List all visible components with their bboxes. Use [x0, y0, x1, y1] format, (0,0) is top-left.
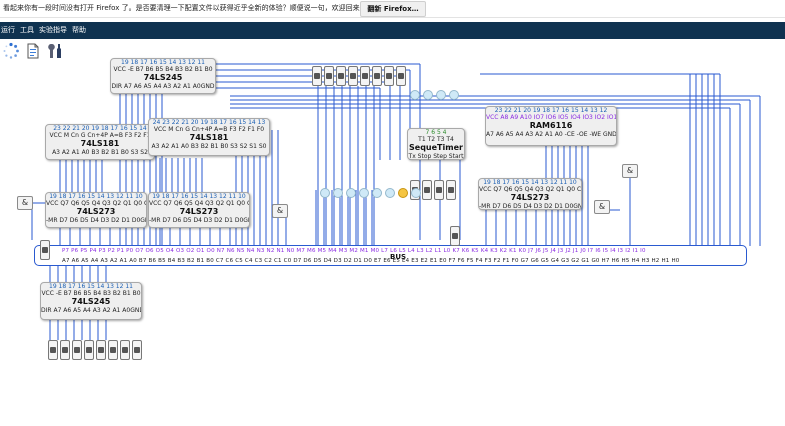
chip-pin-labels-top: VCC Q7 Q6 Q5 Q4 Q3 Q2 Q1 Q0 CP	[479, 186, 581, 193]
led-indicator	[436, 90, 446, 100]
led-indicator	[410, 90, 420, 100]
chip-pin-numbers-top: 19 18 17 16 15 14 13 12 11 10	[483, 179, 577, 186]
toggle-switch[interactable]	[422, 180, 432, 200]
chip-name: 74LS181	[80, 139, 120, 148]
chip-pin-labels-bottom: A7 A6 A5 A4 A3 A2 A1 A0 -CE -OE -WE GND	[486, 131, 616, 138]
led-indicator	[449, 90, 459, 100]
chip-pin-labels-top: VCC Q7 Q6 Q5 Q4 Q3 Q2 Q1 Q0 CP	[149, 200, 249, 207]
chip-pin-labels-top: T1 T2 T3 T4	[418, 136, 454, 143]
led-indicator	[333, 188, 343, 198]
chip-pin-labels-bottom: -MR D7 D6 D5 D4 D3 D2 D1 D0GND	[46, 217, 146, 224]
chip-pin-labels-top: VCC Q7 Q6 Q5 Q4 Q3 Q2 Q1 Q0 CP	[46, 200, 146, 207]
toggle-switch[interactable]	[434, 180, 444, 200]
bus-bottom-labels: A7 A6 A5 A4 A3 A2 A1 A0 B7 B6 B5 B4 B3 B…	[62, 258, 680, 264]
chip-pin-labels-top: VCC -E B7 B6 B5 B4 B3 B2 B1 B0	[41, 290, 141, 297]
led-indicator	[385, 188, 395, 198]
chip-pin-numbers-top: 19 18 17 16 15 14 13 12 11	[49, 283, 133, 290]
chip-pin-numbers-top: 23 22 21 20 19 18 17 16 15 14 13 12	[494, 107, 608, 114]
toggle-switch[interactable]	[48, 340, 58, 360]
chip-pin-labels-bottom: A3 A2 A1 A0 B3 B2 B1 B0 S3 S2	[52, 149, 148, 156]
chip-74ls273-left[interactable]: 19 18 17 16 15 14 13 12 11 10 VCC Q7 Q6 …	[45, 192, 147, 228]
led-indicator	[372, 188, 382, 198]
chip-pin-labels-bottom: A3 A2 A1 A0 B3 B2 B1 B0 S3 S2 S1 S0	[151, 143, 267, 150]
chip-name: 74LS181	[189, 133, 229, 142]
chip-name: 74LS273	[76, 207, 116, 216]
chip-name: 74LS245	[143, 73, 183, 82]
toggle-switch[interactable]	[336, 66, 346, 86]
chip-pin-labels-bottom: DIR A7 A6 A5 A4 A3 A2 A1 A0GND	[111, 83, 215, 90]
and-gate-2[interactable]: &	[272, 204, 288, 218]
led-indicator	[423, 90, 433, 100]
bus-top-labels: P7 P6 P5 P4 P3 P2 P1 P0 O7 O6 O5 O4 O3 O…	[62, 248, 646, 254]
toggle-switch[interactable]	[396, 66, 406, 86]
single-switch-mid	[450, 226, 460, 254]
toggle-switch[interactable]	[450, 226, 460, 246]
led-indicator	[411, 188, 421, 198]
chip-pin-numbers-top: 24 23 22 21 20 19 18 17 16 15 14 13	[152, 119, 266, 126]
led-indicator	[320, 188, 330, 198]
and-gate-3[interactable]: &	[622, 164, 638, 178]
chip-pin-numbers-top: 19 18 17 16 15 14 13 12 11 10	[49, 193, 143, 200]
led-indicator	[359, 188, 369, 198]
toggle-switch[interactable]	[120, 340, 130, 360]
toggle-switch[interactable]	[312, 66, 322, 86]
toggle-switch[interactable]	[84, 340, 94, 360]
chip-pin-numbers-top: 23 22 21 20 19 18 17 16 15 14	[53, 125, 147, 132]
chip-pin-numbers-top: 19 18 17 16 15 14 13 12 11 10	[152, 193, 246, 200]
chip-pin-labels-bottom: -MR D7 D6 D5 D4 D3 D2 D1 D0GND	[479, 203, 581, 210]
toggle-switch[interactable]	[96, 340, 106, 360]
toggle-switch[interactable]	[108, 340, 118, 360]
toggle-switch[interactable]	[348, 66, 358, 86]
chip-name: 74LS273	[510, 193, 550, 202]
toggle-switch[interactable]	[132, 340, 142, 360]
toggle-switch[interactable]	[384, 66, 394, 86]
bus-label: BUS	[390, 253, 407, 261]
chip-pin-labels-bottom: -MR D7 D6 D5 D4 D3 D2 D1 D0GND	[149, 217, 249, 224]
led-indicator	[398, 188, 408, 198]
chip-74ls273-mid[interactable]: 19 18 17 16 15 14 13 12 11 10 VCC Q7 Q6 …	[148, 192, 250, 228]
led-indicator	[346, 188, 356, 198]
toggle-switch[interactable]	[60, 340, 70, 360]
chip-name: RAM6116	[529, 121, 573, 130]
chip-74ls181-right[interactable]: 24 23 22 21 20 19 18 17 16 15 14 13 VCC …	[148, 118, 270, 156]
chip-74ls245-top[interactable]: 19 18 17 16 15 14 13 12 11 VCC -E B7 B6 …	[110, 58, 216, 94]
chip-name: SequeTimer	[409, 143, 463, 152]
input-switches-bottom	[48, 340, 142, 368]
chip-ram6116[interactable]: 23 22 21 20 19 18 17 16 15 14 13 12 VCC …	[485, 106, 617, 146]
toggle-switch[interactable]	[446, 180, 456, 200]
chip-pin-labels-top: VCC -E B7 B6 B5 B4 B3 B2 B1 B0	[113, 66, 213, 73]
chip-pin-numbers-top: 7 6 5 4	[425, 129, 447, 136]
chip-74ls273-right[interactable]: 19 18 17 16 15 14 13 12 11 10 VCC Q7 Q6 …	[478, 178, 582, 210]
led-array-mid	[320, 188, 421, 202]
and-gate-1[interactable]: &	[17, 196, 33, 210]
toggle-switch[interactable]	[324, 66, 334, 86]
single-switch-left	[40, 240, 50, 268]
chip-pin-labels-top: VCC A8 A9 A10 IO7 IO6 IO5 IO4 IO3 IO2 IO…	[486, 114, 616, 121]
chip-seque-timer[interactable]: 7 6 5 4 T1 T2 T3 T4 SequeTimer Tx Stop S…	[407, 128, 465, 160]
chip-74ls245-bottom[interactable]: 19 18 17 16 15 14 13 12 11 VCC -E B7 B6 …	[40, 282, 142, 320]
toggle-switch[interactable]	[360, 66, 370, 86]
toggle-switch[interactable]	[40, 240, 50, 260]
chip-name: 74LS245	[71, 297, 111, 306]
chip-pin-labels-bottom: DIR A7 A6 A5 A4 A3 A2 A1 A0GND	[41, 307, 141, 314]
chip-pin-labels-bottom: Tx Stop Step Start	[408, 153, 464, 160]
toggle-switch[interactable]	[372, 66, 382, 86]
chip-pin-labels-top: VCC M Cn G Cn+4P A=B F3 F2 F1	[49, 132, 151, 139]
chip-name: 74LS273	[179, 207, 219, 216]
chip-pin-labels-top: VCC M Cn G Cn+4P A=B F3 F2 F1 F0	[153, 126, 265, 133]
toggle-switch[interactable]	[72, 340, 82, 360]
input-switches-top	[312, 66, 406, 94]
and-gate-4[interactable]: &	[594, 200, 610, 214]
led-array-timer	[410, 90, 459, 104]
chip-pin-numbers-top: 19 18 17 16 15 14 13 12 11	[121, 59, 205, 66]
chip-74ls181-left[interactable]: 23 22 21 20 19 18 17 16 15 14 VCC M Cn G…	[45, 124, 155, 160]
